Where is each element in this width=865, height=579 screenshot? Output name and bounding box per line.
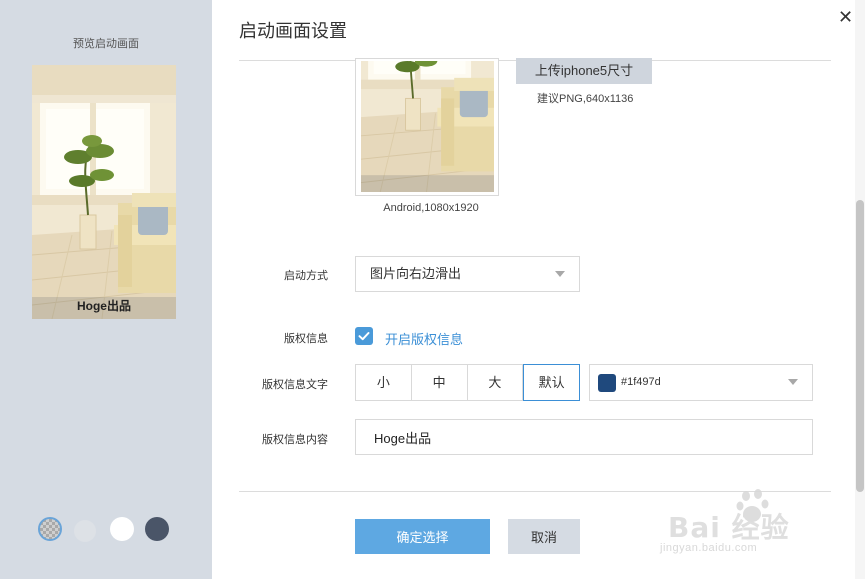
upload-iphone5-button[interactable]: 上传iphone5尺寸 [516, 58, 652, 84]
iphone5-size-hint: 建议PNG,640x1136 [537, 93, 634, 105]
preview-title: 预览启动画面 [73, 38, 139, 50]
swatch-transparent[interactable] [38, 517, 62, 541]
preview-panel: 预览启动画面 Hoge出品 [0, 0, 212, 579]
dialog-title: 启动画面设置 [239, 21, 347, 41]
android-image-thumbnail [361, 61, 494, 192]
preview-credit-text: Hoge出品 [76, 299, 131, 313]
chevron-down-icon [555, 271, 565, 277]
chevron-down-icon [788, 379, 798, 385]
color-swatch [598, 374, 616, 392]
watermark-url: jingyan.baidu.com [660, 542, 758, 554]
launch-mode-value: 图片向右边滑出 [370, 266, 462, 281]
swatch-white[interactable] [110, 517, 134, 541]
copyright-label: 版权信息 [284, 333, 328, 345]
launch-mode-select[interactable]: 图片向右边滑出 [355, 256, 580, 292]
android-size-caption: Android,1080x1920 [383, 202, 479, 214]
swatch-dark[interactable] [145, 517, 169, 541]
launch-image-illustration [361, 61, 494, 192]
copyright-text-label: 版权信息文字 [262, 379, 328, 391]
scrollbar-thumb[interactable] [856, 200, 864, 492]
baidu-watermark: Bai 经验 jingyan.baidu.com [660, 488, 820, 568]
cancel-button[interactable]: 取消 [508, 519, 580, 554]
copyright-content-label: 版权信息内容 [262, 434, 328, 446]
close-icon[interactable]: ✕ [838, 8, 853, 26]
swatch-light-gray[interactable] [74, 520, 96, 542]
size-medium-option[interactable]: 中 [412, 365, 468, 400]
launch-image-illustration [32, 65, 176, 319]
size-small-option[interactable]: 小 [356, 365, 412, 400]
android-image-upload[interactable] [355, 58, 499, 196]
copyright-checkbox-label[interactable]: 开启版权信息 [385, 329, 463, 348]
size-default-option[interactable]: 默认 [523, 364, 580, 401]
checkmark-icon [358, 332, 370, 341]
copyright-content-input[interactable] [355, 419, 813, 455]
size-large-option[interactable]: 大 [468, 365, 524, 400]
paw-icon [736, 489, 769, 522]
color-value: #1f497d [621, 376, 661, 388]
launch-mode-label: 启动方式 [284, 270, 328, 282]
confirm-button[interactable]: 确定选择 [355, 519, 490, 554]
copyright-checkbox[interactable] [355, 327, 373, 345]
text-size-segmented: 小 中 大 默认 [355, 364, 580, 401]
text-color-select[interactable]: #1f497d [589, 364, 813, 401]
preview-image: Hoge出品 [32, 65, 176, 319]
